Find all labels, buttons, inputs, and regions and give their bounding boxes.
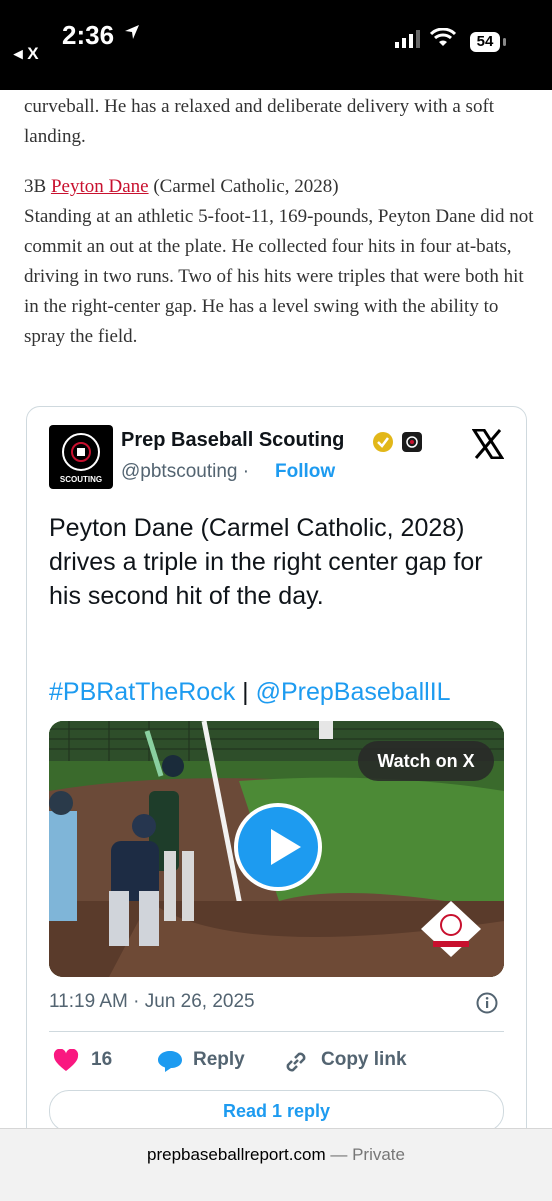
info-icon[interactable] xyxy=(476,992,498,1014)
player-report: Standing at an athletic 5-foot-11, 169-p… xyxy=(24,206,534,347)
tweet-tags: #PBRatTheRock | @PrepBaseballIL xyxy=(49,675,451,709)
battery-nub xyxy=(503,38,506,46)
follow-button[interactable]: Follow xyxy=(275,461,335,483)
status-time: 2:36 xyxy=(62,20,115,50)
status-bar: 2:36 ◂ X 54 xyxy=(0,0,552,90)
url-domain: prepbaseballreport.com xyxy=(147,1145,326,1164)
player-position: 3B xyxy=(24,176,47,197)
private-label: — Private xyxy=(330,1145,405,1164)
link-icon[interactable] xyxy=(283,1049,309,1075)
reply-button[interactable]: Reply xyxy=(193,1049,245,1071)
author-handle: @pbtscouting · xyxy=(121,461,249,483)
reply-icon[interactable] xyxy=(157,1049,183,1073)
play-icon xyxy=(271,829,301,865)
x-logo-icon[interactable] xyxy=(472,429,504,459)
article-paragraph-1: curveball. He has a relaxed and delibera… xyxy=(24,92,539,152)
heart-icon[interactable] xyxy=(53,1049,79,1073)
handle-text[interactable]: @pbtscouting xyxy=(121,461,237,482)
tag-divider: | xyxy=(242,678,249,706)
article-text-1: curveball. He has a relaxed and delibera… xyxy=(24,96,495,147)
browser-address-bar[interactable]: prepbaseballreport.com — Private xyxy=(0,1128,552,1201)
read-reply-button[interactable]: Read 1 reply xyxy=(49,1090,504,1132)
wifi-icon xyxy=(430,28,456,46)
pbr-tournaments-logo-icon xyxy=(421,901,481,957)
url-display[interactable]: prepbaseballreport.com — Private xyxy=(0,1145,552,1165)
player-name-link[interactable]: Peyton Dane xyxy=(51,176,149,197)
back-to-x-link[interactable]: ◂ X xyxy=(14,44,39,64)
like-count[interactable]: 16 xyxy=(91,1049,112,1071)
avatar-label: SCOUTING xyxy=(59,475,103,484)
handle-separator: · xyxy=(242,461,250,482)
tweet-divider xyxy=(49,1031,504,1032)
verified-badge-icon xyxy=(373,432,393,452)
location-arrow-icon xyxy=(125,25,139,39)
embedded-tweet[interactable]: SCOUTING Prep Baseball Scouting @pbtscou… xyxy=(26,406,527,1148)
tweet-timestamp[interactable]: 11:19 AM · Jun 26, 2025 xyxy=(49,991,255,1013)
watch-on-x-button[interactable]: Watch on X xyxy=(358,741,494,781)
hashtag-link[interactable]: #PBRatTheRock xyxy=(49,678,235,706)
play-button[interactable] xyxy=(234,803,322,891)
battery-indicator: 54 xyxy=(470,32,500,52)
copy-link-button[interactable]: Copy link xyxy=(321,1049,407,1071)
mention-link[interactable]: @PrepBaseballIL xyxy=(256,678,451,706)
article-paragraph-2: 3B Peyton Dane (Carmel Catholic, 2028) S… xyxy=(24,172,539,352)
tweet-text: Peyton Dane (Carmel Catholic, 2028) driv… xyxy=(49,514,483,610)
cellular-signal-icon xyxy=(395,30,420,48)
avatar[interactable]: SCOUTING xyxy=(49,425,113,489)
player-info: (Carmel Catholic, 2028) xyxy=(153,176,339,197)
author-name[interactable]: Prep Baseball Scouting xyxy=(121,429,344,452)
video-thumbnail[interactable]: Watch on X xyxy=(49,721,504,977)
affiliate-badge-icon xyxy=(402,432,422,452)
